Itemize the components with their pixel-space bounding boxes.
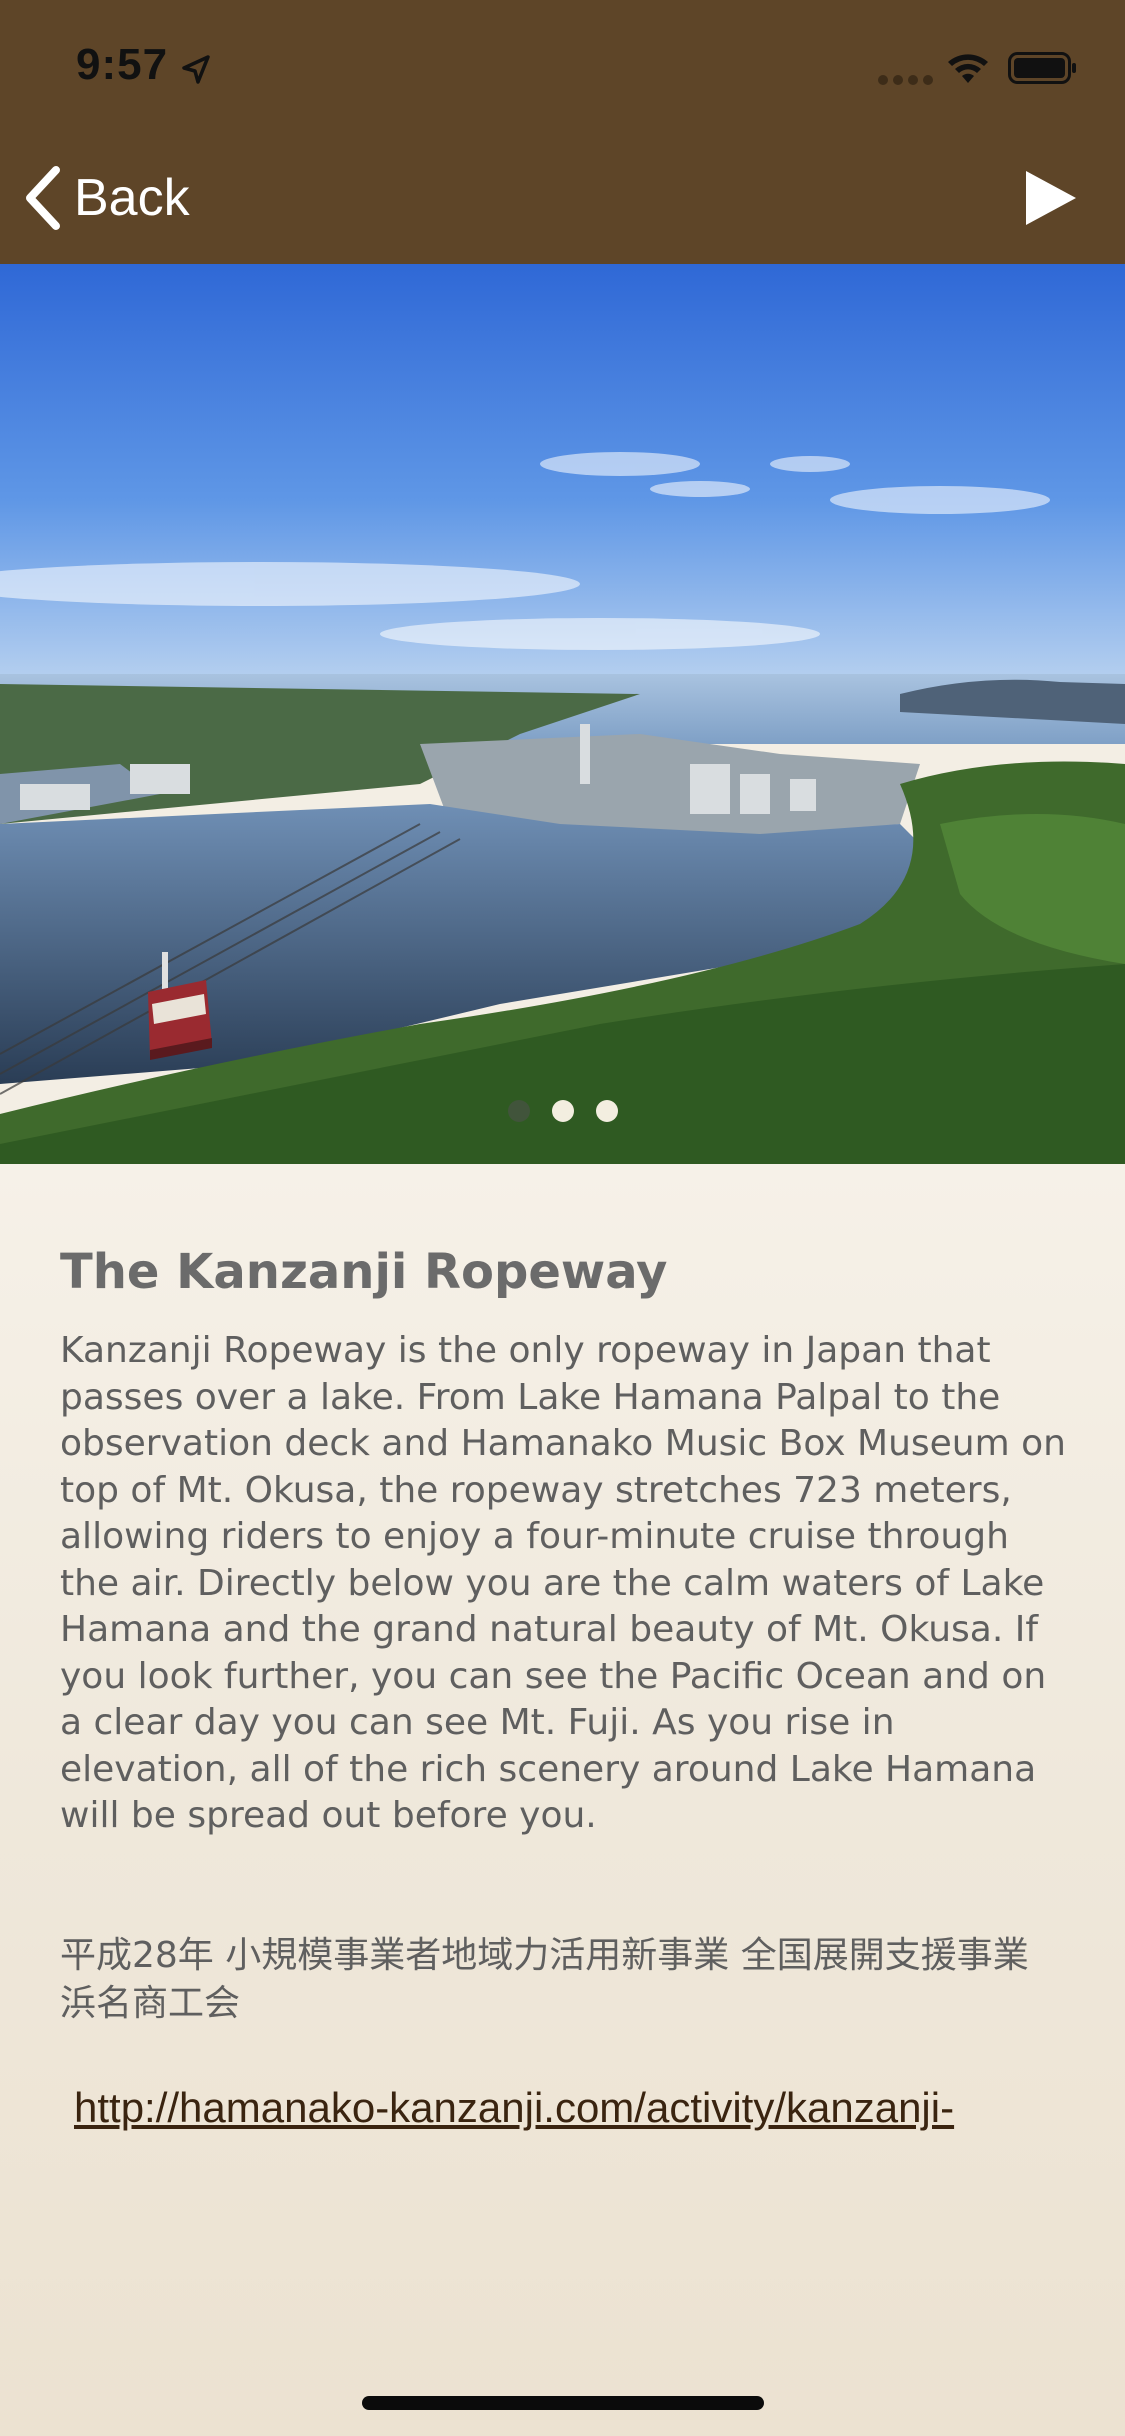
back-button[interactable]: Back: [22, 162, 190, 234]
carousel-page-indicator[interactable]: [0, 1100, 1125, 1126]
status-time: 9:57: [76, 40, 169, 89]
article-body: Kanzanji Ropeway is the only ropeway in …: [60, 1330, 1066, 1836]
carousel-dot[interactable]: [507, 1100, 530, 1122]
cellular-signal-icon: [878, 75, 933, 85]
wifi-icon: [948, 54, 988, 83]
play-icon[interactable]: [1022, 168, 1078, 228]
battery-icon: [1008, 52, 1076, 84]
lake-hamana-ropeway-photo: [0, 264, 1125, 1164]
article-content: The Kanzanji Ropeway Kanzanji Ropeway is…: [0, 1164, 1125, 2436]
location-arrow-icon: [182, 55, 210, 84]
source-link[interactable]: http://hamanako-kanzanji.com/activity/ka…: [74, 2084, 1074, 2132]
navigation-header: 9:57 Back: [0, 0, 1125, 264]
back-button-label: Back: [74, 169, 190, 227]
carousel-dot[interactable]: [551, 1100, 574, 1122]
carousel-dot[interactable]: [595, 1100, 618, 1122]
article-credit: 平成28年 小規模事業者地域力活用新事業 全国展開支援事業 浜名商工会: [60, 1935, 1029, 2024]
chevron-left-icon: [26, 166, 60, 230]
home-indicator[interactable]: [362, 2396, 764, 2410]
article-title: The Kanzanji Ropeway: [60, 1244, 668, 1300]
hero-photo-carousel[interactable]: [0, 264, 1125, 1164]
